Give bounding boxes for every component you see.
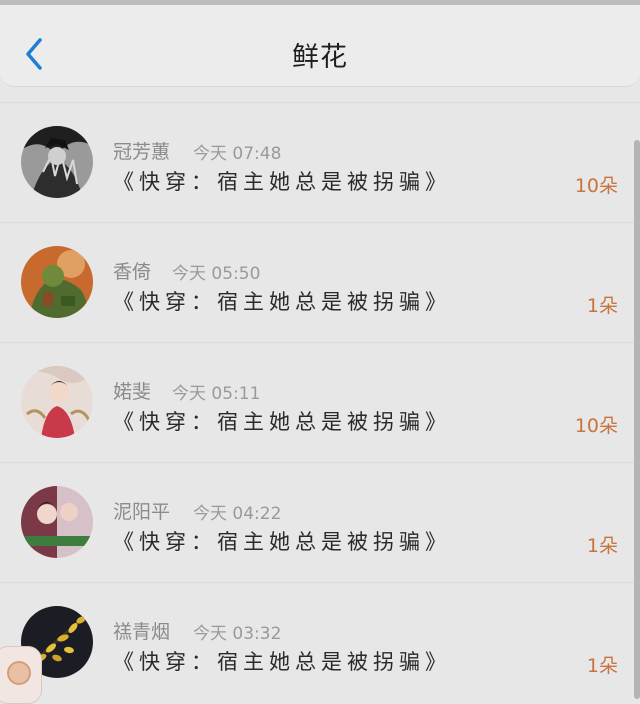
user-name: 禚青烟: [113, 621, 171, 643]
list-item[interactable]: 婼斐 今天 05:11 《快穿：宿主她总是被拐骗》 10朵: [0, 342, 640, 462]
flower-count: 10朵: [574, 415, 618, 437]
flower-count: 10朵: [574, 175, 618, 197]
flower-count: 1朵: [586, 295, 618, 317]
header-bar: 鲜花: [0, 5, 640, 87]
flower-list: 冠芳蕙 今天 07:48 《快穿：宿主她总是被拐骗》 10朵 香倚 今天 05:…: [0, 102, 640, 702]
avatar[interactable]: [21, 366, 93, 438]
list-item[interactable]: 冠芳蕙 今天 07:48 《快穿：宿主她总是被拐骗》 10朵: [0, 102, 640, 222]
book-title: 《快穿：宿主她总是被拐骗》: [113, 650, 451, 674]
user-name: 香倚: [113, 261, 152, 283]
list-item[interactable]: 泥阳平 今天 04:22 《快穿：宿主她总是被拐骗》 1朵: [0, 462, 640, 582]
timestamp: 今天 07:48: [193, 144, 282, 164]
flower-count: 1朵: [586, 535, 618, 557]
user-name: 婼斐: [113, 381, 152, 403]
flower-count: 1朵: [586, 655, 618, 677]
book-title: 《快穿：宿主她总是被拐骗》: [113, 530, 451, 554]
book-title: 《快穿：宿主她总是被拐骗》: [113, 290, 451, 314]
timestamp: 今天 03:32: [193, 624, 282, 644]
book-title: 《快穿：宿主她总是被拐骗》: [113, 170, 451, 194]
user-name: 泥阳平: [113, 501, 171, 523]
list-item[interactable]: 香倚 今天 05:50 《快穿：宿主她总是被拐骗》 1朵: [0, 222, 640, 342]
scrollbar[interactable]: [634, 140, 640, 699]
floating-action-button[interactable]: [0, 646, 42, 704]
book-title: 《快穿：宿主她总是被拐骗》: [113, 410, 451, 434]
timestamp: 今天 05:11: [172, 384, 261, 404]
list-item[interactable]: 禚青烟 今天 03:32 《快穿：宿主她总是被拐骗》 1朵: [0, 582, 640, 702]
user-name: 冠芳蕙: [113, 141, 171, 163]
timestamp: 今天 05:50: [172, 264, 261, 284]
timestamp: 今天 04:22: [193, 504, 282, 524]
page-title: 鲜花: [292, 42, 348, 73]
avatar[interactable]: [21, 126, 93, 198]
float-badge-icon: [7, 661, 31, 685]
avatar[interactable]: [21, 246, 93, 318]
avatar[interactable]: [21, 486, 93, 558]
